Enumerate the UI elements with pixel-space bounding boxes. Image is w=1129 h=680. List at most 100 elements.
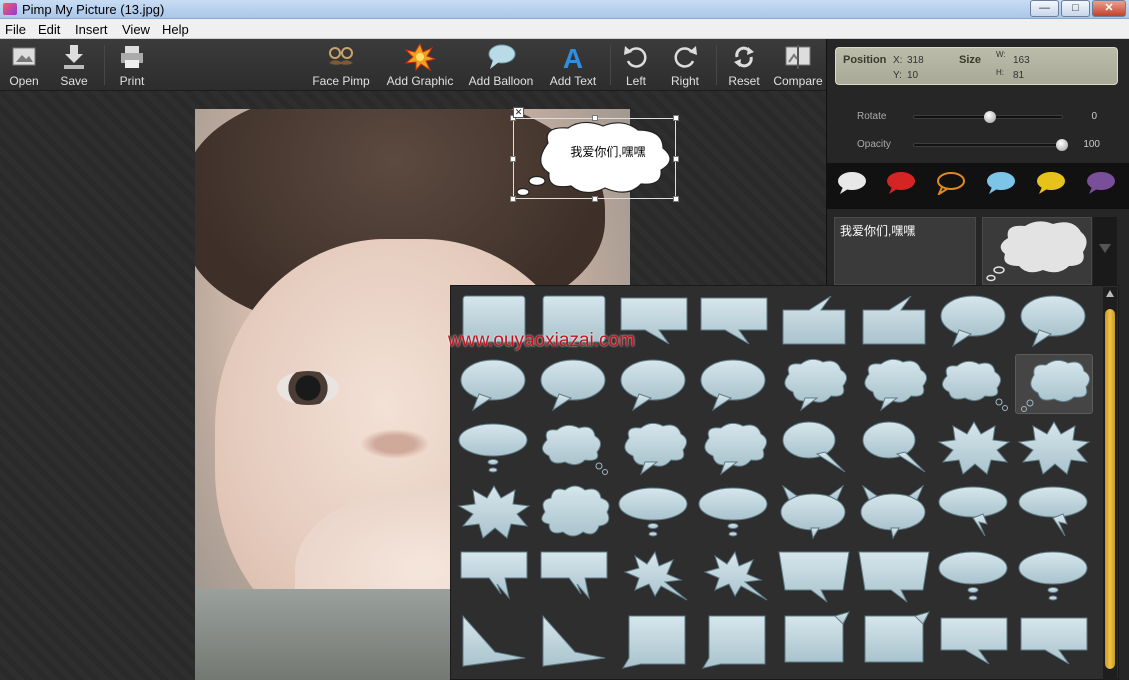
opacity-slider-knob[interactable]: [1056, 139, 1068, 151]
balloon-style-devil[interactable]: [855, 482, 933, 542]
color-orange-icon[interactable]: [936, 171, 966, 195]
balloon-style-cloud[interactable]: [695, 418, 773, 478]
print-button[interactable]: Print: [112, 41, 152, 89]
add-text-button[interactable]: A Add Text: [545, 41, 601, 89]
balloon-style-burst-zig[interactable]: [695, 546, 773, 606]
rotate-left-button[interactable]: Left: [618, 41, 654, 89]
balloon-style-triangle[interactable]: [455, 610, 533, 670]
balloon-style-oval-dots[interactable]: [615, 482, 693, 542]
balloon-style-burst[interactable]: [455, 482, 533, 542]
balloon-style-oval-tail[interactable]: [615, 354, 693, 414]
balloon-style-oval-tail[interactable]: [1015, 290, 1093, 350]
rotate-right-button[interactable]: Right: [666, 41, 704, 89]
delete-icon[interactable]: ✕: [513, 107, 524, 118]
menu-view[interactable]: View: [122, 22, 150, 37]
reset-button[interactable]: Reset: [724, 41, 764, 89]
scroll-up-icon[interactable]: [1106, 290, 1114, 297]
balloon-style-devil[interactable]: [775, 482, 853, 542]
balloon-style-trapezoid[interactable]: [855, 546, 933, 606]
compare-button[interactable]: Compare: [772, 41, 824, 89]
balloon-color-row: [827, 163, 1129, 209]
balloon-style-cloud[interactable]: [855, 354, 933, 414]
color-red-icon[interactable]: [886, 171, 916, 195]
color-purple-icon[interactable]: [1086, 171, 1116, 195]
opacity-slider[interactable]: [913, 139, 1068, 151]
opacity-value: 100: [1083, 139, 1100, 150]
close-button[interactable]: ✕: [1092, 0, 1126, 17]
balloon-style-burst[interactable]: [1015, 418, 1093, 478]
color-blue-icon[interactable]: [986, 171, 1016, 195]
balloon-trapezoid-icon: [778, 551, 850, 603]
balloon-style-oval-tail-long[interactable]: [855, 418, 933, 478]
minimize-button[interactable]: —: [1030, 0, 1059, 17]
resize-handle-w[interactable]: [510, 156, 516, 162]
scrollbar-thumb[interactable]: [1105, 309, 1115, 669]
rotate-slider-knob[interactable]: [984, 111, 996, 123]
balloon-style-rect-small[interactable]: [855, 610, 933, 670]
balloon-style-oval-zig[interactable]: [1015, 482, 1093, 542]
balloon-style-rect-tail[interactable]: [695, 290, 773, 350]
y-value: 10: [907, 70, 919, 81]
add-graphic-button[interactable]: Add Graphic: [384, 41, 456, 89]
balloon-style-cloud-dots-selected[interactable]: [1015, 354, 1093, 414]
balloon-style-oval-tail-long[interactable]: [775, 418, 853, 478]
menu-help[interactable]: Help: [162, 22, 189, 37]
balloon-style-dropdown[interactable]: [1093, 217, 1117, 285]
maximize-button[interactable]: □: [1061, 0, 1090, 17]
balloon-text-input[interactable]: 我爱你们,嘿嘿: [834, 217, 976, 285]
balloon-style-cloud[interactable]: [615, 418, 693, 478]
balloon-style-cloud[interactable]: [775, 354, 853, 414]
download-icon: [64, 45, 84, 69]
color-yellow-icon[interactable]: [1036, 171, 1066, 195]
resize-handle-sw[interactable]: [510, 196, 516, 202]
selection-box[interactable]: [513, 118, 676, 199]
balloon-style-oval-zig[interactable]: [935, 482, 1013, 542]
balloon-style-oval-dots[interactable]: [1015, 546, 1093, 606]
balloon-style-preview[interactable]: [982, 217, 1092, 285]
menu-file[interactable]: File: [5, 22, 26, 37]
add-balloon-button[interactable]: Add Balloon: [466, 41, 536, 89]
balloon-style-burst-zig[interactable]: [615, 546, 693, 606]
balloon-style-oval-tail[interactable]: [695, 354, 773, 414]
gallery-scrollbar[interactable]: [1103, 287, 1117, 680]
balloon-style-rect-small[interactable]: [775, 610, 853, 670]
menu-bar: File Edit Insert View Help: [0, 19, 1129, 39]
balloon-cloud-dots-icon: [542, 424, 608, 475]
resize-handle-ne[interactable]: [673, 115, 679, 121]
balloon-style-rect-zig[interactable]: [455, 546, 533, 606]
resize-handle-e[interactable]: [673, 156, 679, 162]
balloon-oval-tail-icon: [1020, 295, 1086, 348]
balloon-style-rect-corner[interactable]: [695, 610, 773, 670]
resize-handle-n[interactable]: [592, 115, 598, 121]
balloon-style-oval-tail[interactable]: [535, 354, 613, 414]
menu-insert[interactable]: Insert: [75, 22, 108, 37]
balloon-style-rect-tail[interactable]: [1015, 610, 1093, 670]
rotate-slider[interactable]: [913, 111, 1063, 123]
balloon-style-oval-dots[interactable]: [455, 418, 533, 478]
balloon-style-burst[interactable]: [935, 418, 1013, 478]
menu-edit[interactable]: Edit: [38, 22, 60, 37]
balloon-style-cloud-dots[interactable]: [935, 354, 1013, 414]
balloon-style-oval-dots[interactable]: [935, 546, 1013, 606]
balloon-style-cloud-burst[interactable]: [535, 482, 613, 542]
save-button[interactable]: Save: [54, 41, 94, 89]
balloon-style-triangle[interactable]: [535, 610, 613, 670]
open-button[interactable]: Open: [4, 41, 44, 89]
balloon-style-rect-tail[interactable]: [935, 610, 1013, 670]
face-pimp-button[interactable]: Face Pimp: [308, 41, 374, 89]
balloon-style-rect-top[interactable]: [855, 290, 933, 350]
balloon-style-rect-zig[interactable]: [535, 546, 613, 606]
opacity-label: Opacity: [857, 139, 891, 150]
photo-nose: [360, 429, 430, 459]
balloon-style-oval-tail[interactable]: [455, 354, 533, 414]
balloon-style-oval-tail[interactable]: [935, 290, 1013, 350]
resize-handle-se[interactable]: [673, 196, 679, 202]
color-white-icon[interactable]: [837, 171, 867, 195]
resize-handle-s[interactable]: [592, 196, 598, 202]
balloon-style-trapezoid[interactable]: [775, 546, 853, 606]
balloon-cloud-icon: [704, 422, 767, 476]
balloon-style-rect-top[interactable]: [775, 290, 853, 350]
balloon-style-rect-corner[interactable]: [615, 610, 693, 670]
balloon-style-cloud-dots[interactable]: [535, 418, 613, 478]
balloon-style-oval-dots[interactable]: [695, 482, 773, 542]
